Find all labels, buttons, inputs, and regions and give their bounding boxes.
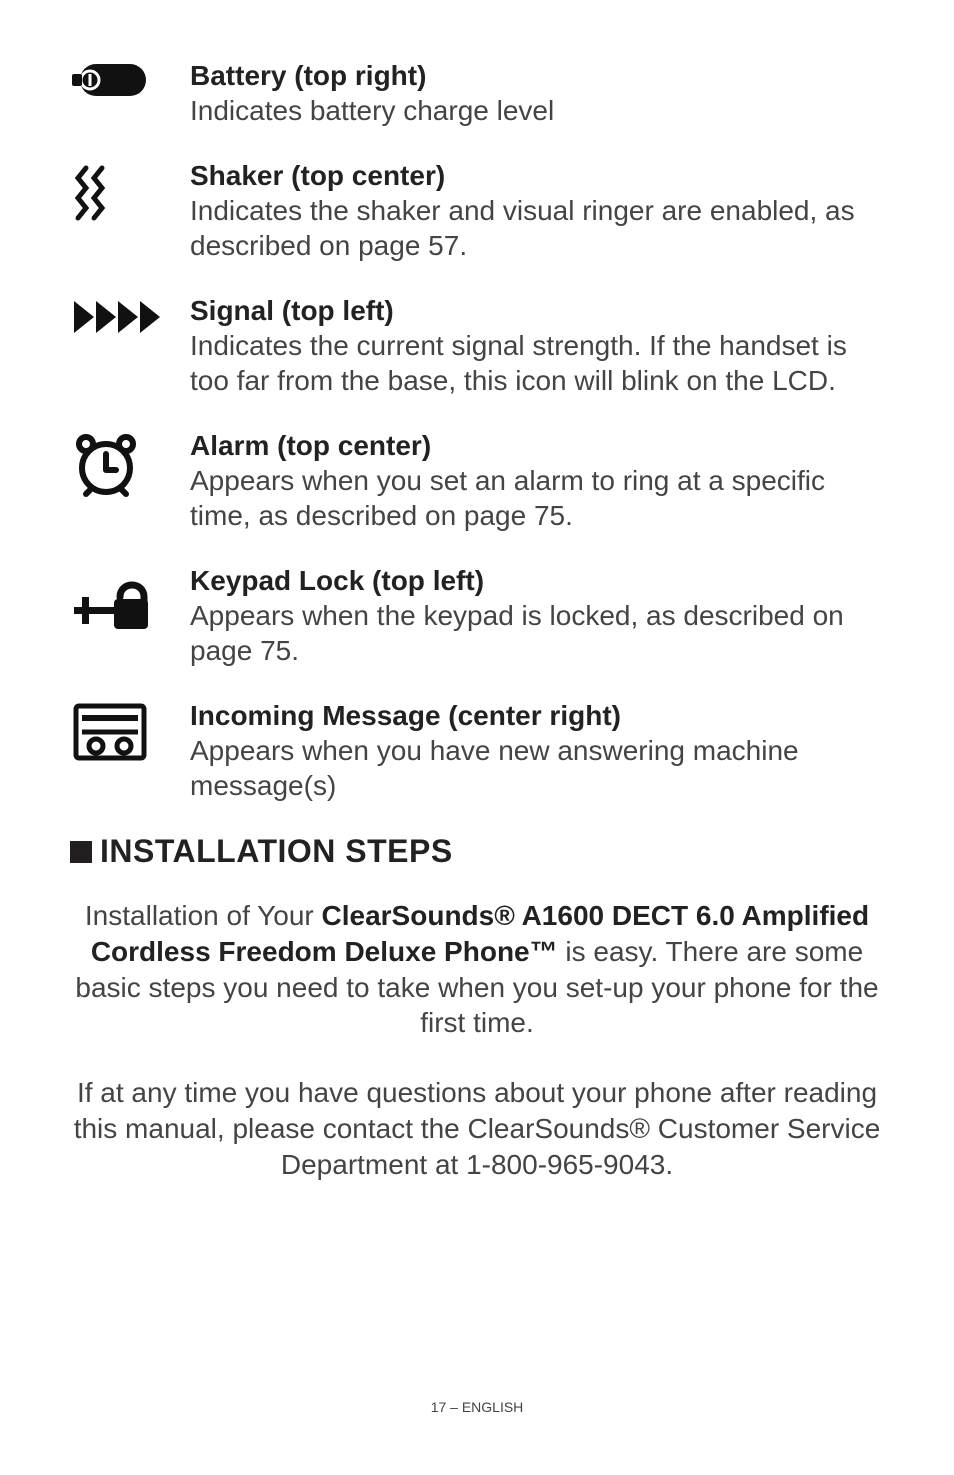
para1-lead: Installation of Your: [85, 900, 322, 931]
section-bullet-icon: [70, 841, 92, 863]
icon-text: Keypad Lock (top left) Appears when the …: [190, 563, 884, 668]
incoming-message-icon: [70, 698, 190, 762]
icon-title: Keypad Lock (top left): [190, 565, 484, 596]
icon-desc: Appears when you set an alarm to ring at…: [190, 465, 825, 531]
icon-title: Alarm (top center): [190, 430, 431, 461]
section-heading: INSTALLATION STEPS: [70, 833, 884, 870]
icon-row-signal: Signal (top left) Indicates the current …: [70, 293, 884, 398]
section-title: INSTALLATION STEPS: [100, 833, 453, 870]
keypad-lock-icon: [70, 563, 190, 635]
page-footer: 17 – ENGLISH: [0, 1399, 954, 1415]
intro-paragraph-2: If at any time you have questions about …: [70, 1075, 884, 1182]
icon-text: Shaker (top center) Indicates the shaker…: [190, 158, 884, 263]
icon-row-incoming-message: Incoming Message (center right) Appears …: [70, 698, 884, 803]
icon-row-battery: Battery (top right) Indicates battery ch…: [70, 58, 884, 128]
icon-desc: Indicates the current signal strength. I…: [190, 330, 847, 396]
icon-title: Signal (top left): [190, 295, 394, 326]
battery-icon: [70, 58, 190, 98]
icon-row-shaker: Shaker (top center) Indicates the shaker…: [70, 158, 884, 263]
intro-paragraph-1: Installation of Your ClearSounds® A1600 …: [70, 898, 884, 1041]
icon-title: Battery (top right): [190, 60, 426, 91]
icon-row-alarm: Alarm (top center) Appears when you set …: [70, 428, 884, 533]
icon-desc: Appears when the keypad is locked, as de…: [190, 600, 844, 666]
icon-title: Shaker (top center): [190, 160, 445, 191]
shaker-icon: [70, 158, 190, 224]
icon-desc: Indicates the shaker and visual ringer a…: [190, 195, 855, 261]
icon-text: Incoming Message (center right) Appears …: [190, 698, 884, 803]
icon-row-keypad-lock: Keypad Lock (top left) Appears when the …: [70, 563, 884, 668]
icon-text: Alarm (top center) Appears when you set …: [190, 428, 884, 533]
signal-icon: [70, 293, 190, 337]
alarm-icon: [70, 428, 190, 500]
icon-text: Signal (top left) Indicates the current …: [190, 293, 884, 398]
icon-title: Incoming Message (center right): [190, 700, 621, 731]
icon-desc: Indicates battery charge level: [190, 95, 554, 126]
icon-desc: Appears when you have new answering mach…: [190, 735, 799, 801]
icon-text: Battery (top right) Indicates battery ch…: [190, 58, 884, 128]
